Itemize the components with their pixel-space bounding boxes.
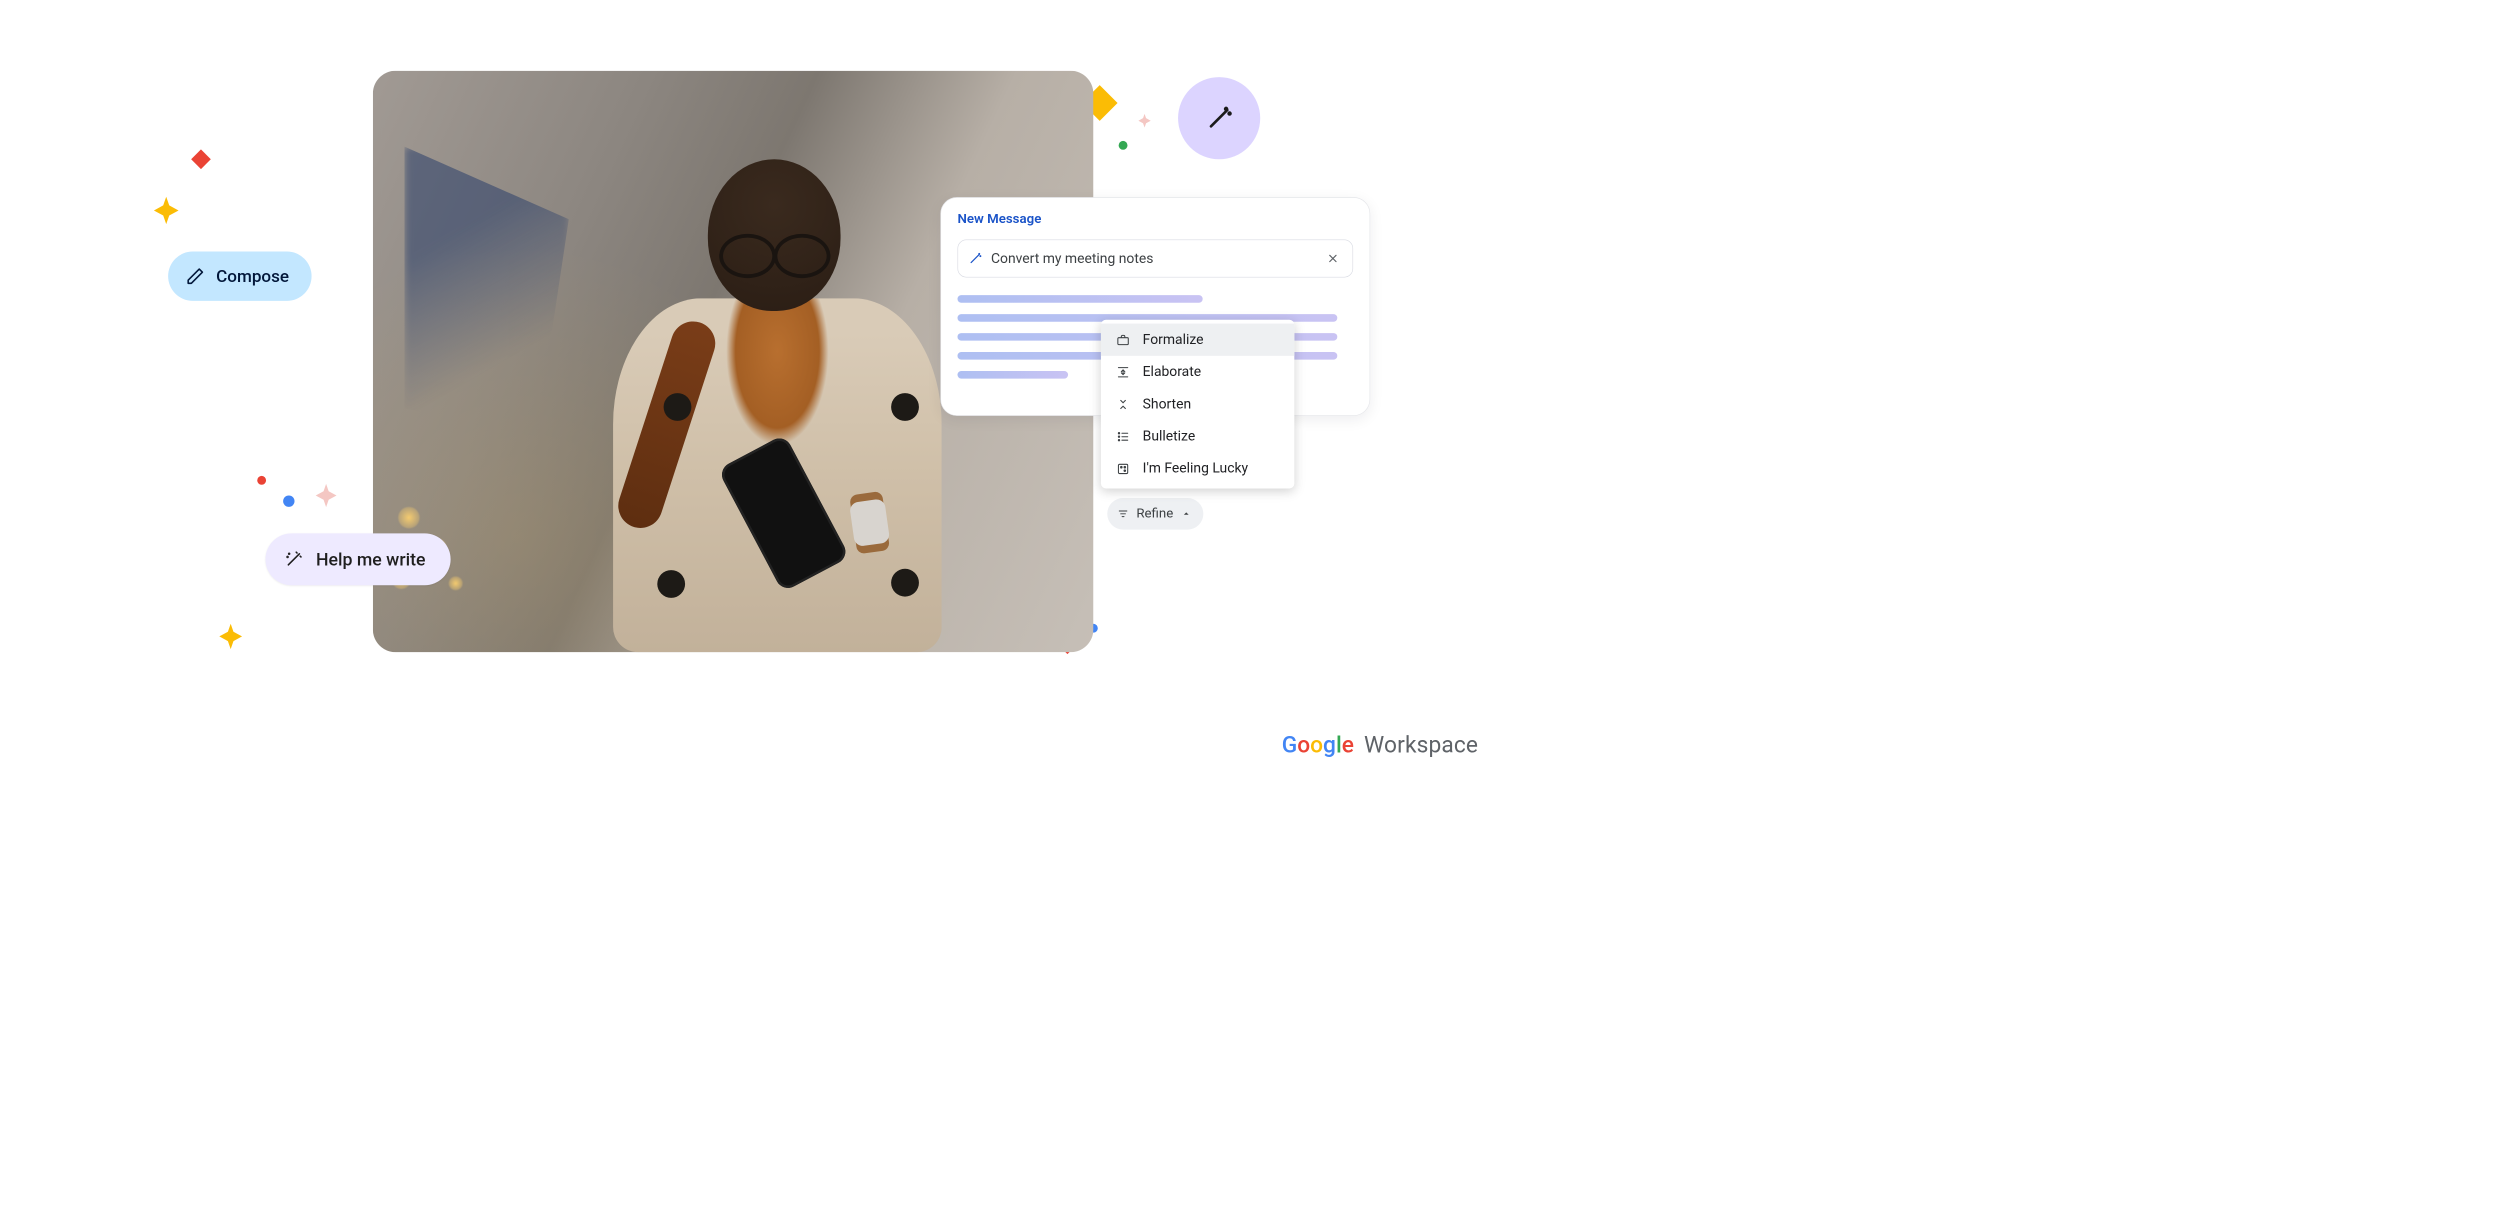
compose-label: Compose [216,266,289,286]
magic-wand-icon [1205,104,1233,132]
menu-item-elaborate[interactable]: Elaborate [1101,356,1294,388]
menu-item-bulletize[interactable]: Bulletize [1101,420,1294,452]
diamond-icon [191,149,211,169]
google-wordmark: Google [1282,732,1354,759]
menu-item-formalize[interactable]: Formalize [1101,324,1294,356]
close-icon[interactable] [1323,249,1342,268]
sparkle-icon [1136,112,1152,128]
dice-icon [1115,462,1131,476]
dot-icon [257,476,266,485]
help-me-write-label: Help me write [316,549,425,570]
pencil-icon [186,267,205,286]
sparkle-icon [312,482,340,510]
collapse-icon [1115,397,1131,411]
refine-menu: Formalize Elaborate Shorten Bulletize I'… [1101,320,1294,489]
compose-button[interactable]: Compose [168,252,312,301]
menu-item-label: I'm Feeling Lucky [1143,461,1248,477]
prompt-input[interactable]: Convert my meeting notes [957,240,1353,278]
person-silhouette [537,109,941,653]
prompt-text: Convert my meeting notes [991,251,1153,267]
new-message-title: New Message [957,212,1353,227]
magic-wand-badge [1178,77,1260,159]
sparkle-icon [150,194,183,227]
help-me-write-button[interactable]: Help me write [265,533,450,585]
refine-label: Refine [1136,506,1173,521]
magic-wand-icon [284,550,303,569]
briefcase-icon [1115,333,1131,347]
google-workspace-logo: Google Workspace [1282,732,1478,759]
menu-item-label: Formalize [1143,332,1204,348]
sparkle-icon [216,621,246,651]
expand-icon [1115,365,1131,379]
menu-item-label: Elaborate [1143,364,1202,380]
filter-icon [1117,508,1128,519]
menu-item-label: Bulletize [1143,428,1196,444]
list-icon [1115,429,1131,443]
workspace-wordmark: Workspace [1364,732,1478,759]
dot-icon [283,495,294,506]
refine-button[interactable]: Refine [1107,498,1203,530]
menu-item-lucky[interactable]: I'm Feeling Lucky [1101,453,1294,485]
dot-icon [1119,141,1128,150]
menu-item-label: Shorten [1143,396,1191,412]
chevron-up-icon [1181,508,1192,519]
magic-wand-icon [968,252,982,266]
menu-item-shorten[interactable]: Shorten [1101,388,1294,420]
